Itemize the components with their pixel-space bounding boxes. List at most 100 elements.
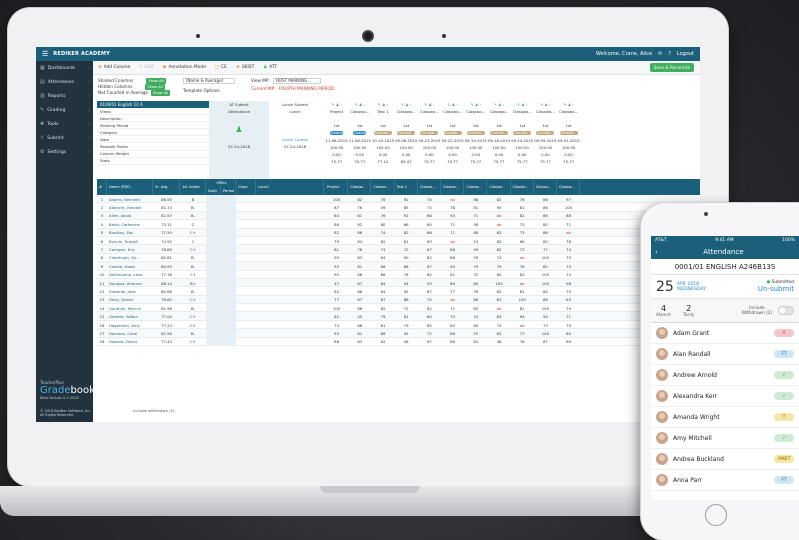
score-cell[interactable]: 88 [325,338,348,346]
score-cell[interactable]: 87 [418,287,441,295]
daily-cell[interactable] [206,228,221,237]
score-cell[interactable]: 71 [557,220,580,228]
score-cell[interactable]: 98 [557,279,580,287]
score-cell[interactable]: 73 [511,220,534,228]
score-cell[interactable]: ab [487,304,510,312]
score-cell[interactable]: 70 [464,329,487,337]
score-cell[interactable]: 71 [441,229,464,237]
score-cell[interactable]: 81 [487,296,510,304]
daily-cell[interactable] [206,320,221,330]
score-cell[interactable]: 69 [557,338,580,346]
score-cell[interactable]: 62 [464,338,487,346]
score-cell[interactable]: ab [557,229,580,237]
score-cell[interactable]: 93 [487,203,510,211]
score-cell[interactable]: 87 [325,203,348,211]
daily-cell[interactable] [206,329,221,338]
score-cell[interactable]: 74 [487,254,510,262]
score-cell[interactable]: 79 [557,304,580,312]
student-name[interactable]: Carrigan, Eric [107,245,153,253]
score-cell[interactable]: 82 [487,287,510,295]
daily-cell[interactable] [206,295,221,305]
score-cell[interactable]: 84 [534,287,557,295]
score-cell[interactable]: 88 [557,212,580,220]
score-cell[interactable]: 85 [395,203,418,211]
column-header[interactable]: Yr. Avg. [153,179,180,195]
attendance-status-badge[interactable]: ✓ [774,371,794,379]
score-cell[interactable]: 97 [418,338,441,346]
assignment-column-info[interactable]: ✎ ♟ › Project 1st Exams 11-08-2015 100.0… [325,101,348,179]
student-name[interactable]: Bynum, Russell [107,237,153,245]
daily-cell[interactable] [206,220,221,229]
student-name[interactable]: Gerelds, Wilbur [107,312,153,320]
hamburger-menu-icon[interactable]: ☰ [42,50,48,58]
score-cell[interactable]: 100 [511,296,534,304]
score-cell[interactable]: 46 [395,338,418,346]
assignment-column-info[interactable]: ✎ ♟ › Classwo... 1st Formati... 09-09-20… [534,101,557,179]
score-cell[interactable]: 81 [348,262,371,270]
score-cell[interactable]: 100 [534,279,557,287]
score-cell[interactable]: 60 [418,312,441,320]
score-cell[interactable]: 63 [348,338,371,346]
period-cell[interactable] [221,220,236,229]
score-cell[interactable]: 79 [371,312,394,320]
lunch-counts-link[interactable]: Lunch Counts [269,136,321,143]
student-name[interactable]: Adams, Kenneth [107,195,153,203]
score-cell[interactable]: 76 [464,287,487,295]
score-cell[interactable]: 81 [511,203,534,211]
score-cell[interactable]: 73 [534,321,557,329]
score-cell[interactable]: 77 [325,296,348,304]
column-header[interactable]: Lunch [256,179,324,195]
student-name[interactable]: Edwards, Jane [107,287,153,295]
score-cell[interactable]: 86 [395,262,418,270]
score-cell[interactable]: ab [511,254,534,262]
score-cell[interactable]: 60 [371,220,394,228]
daily-cell[interactable] [206,245,221,254]
score-cell[interactable]: 72 [464,271,487,279]
score-cell[interactable]: 67 [418,245,441,253]
not-counted-toggle[interactable]: Show All [151,90,171,96]
score-cell[interactable]: 66 [441,329,464,337]
score-cell[interactable]: 77 [534,245,557,253]
score-cell[interactable]: 100 [534,304,557,312]
score-cell[interactable]: 76 [371,195,394,203]
student-name[interactable]: Gauthier, Patrick [107,304,153,312]
score-cell[interactable]: 68 [441,245,464,253]
assignment-icons[interactable]: ✎ ♟ › [511,101,534,108]
edit-button[interactable]: ✎ Edit [139,65,153,70]
table-row[interactable]: 18 Howard, David 77.43 C+ 88 63 82 46 97 86 62 48 76… [97,337,700,347]
score-cell[interactable]: 75 [418,296,441,304]
daily-cell[interactable] [206,203,221,212]
sidebar-item-submit[interactable]: ⇪ Submit › [36,131,93,145]
score-cell[interactable]: 72 [395,304,418,312]
score-cell[interactable]: 48 [487,338,510,346]
assignment-icons[interactable]: ✎ ♟ › [441,101,464,108]
score-cell[interactable]: 81 [511,304,534,312]
score-cell[interactable]: 79 [395,321,418,329]
table-row[interactable]: 3 Allen, Jacob 82.57 B- 84 81 76 91 68 93 71 ab 82 86… [97,211,700,221]
score-cell[interactable]: 70 [441,312,464,320]
score-cell[interactable]: 92 [395,329,418,337]
score-cell[interactable]: ab [511,321,534,329]
period-cell[interactable] [221,312,236,321]
score-cell[interactable]: 62 [418,304,441,312]
score-cell[interactable]: 74 [371,245,394,253]
score-cell[interactable]: 84 [325,212,348,220]
score-cell[interactable]: 93 [325,329,348,337]
score-cell[interactable]: 74 [464,237,487,245]
score-cell[interactable]: 80 [464,279,487,287]
score-cell[interactable]: 81 [511,287,534,295]
score-cell[interactable]: 66 [371,262,394,270]
score-cell[interactable]: 76 [464,254,487,262]
score-cell[interactable]: 81 [325,245,348,253]
score-cell[interactable]: 76 [511,338,534,346]
score-cell[interactable]: 73 [511,329,534,337]
daily-cell[interactable] [206,253,221,263]
assignment-icons[interactable]: ✎ ♟ › [464,101,487,108]
score-cell[interactable]: 89 [441,279,464,287]
period-cell[interactable] [221,211,236,221]
period-cell[interactable] [221,278,236,288]
assignment-column-info[interactable]: ✎ ♟ › Classwo... 1st Formati... 09-19-20… [464,101,487,179]
score-cell[interactable]: 60 [464,321,487,329]
score-cell[interactable]: 82 [487,329,510,337]
sidebar-item-reports[interactable]: ▥ Reports › [36,89,93,103]
